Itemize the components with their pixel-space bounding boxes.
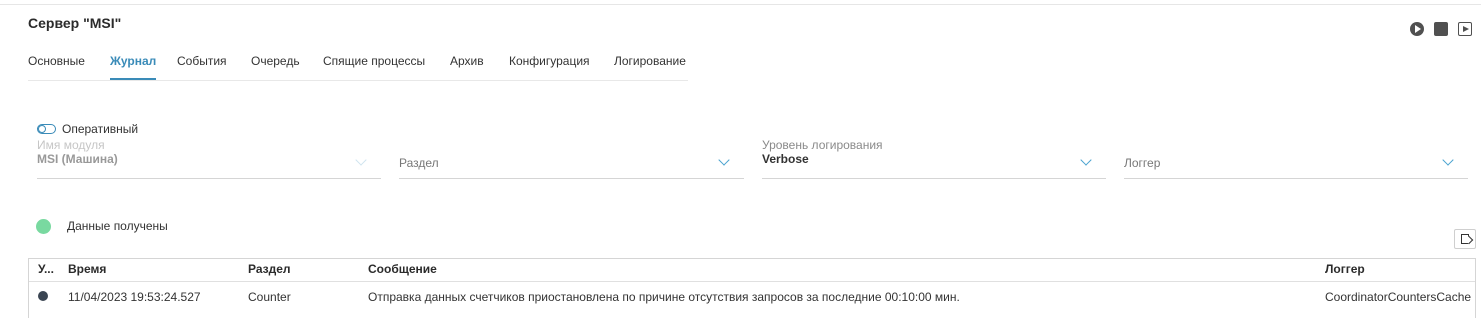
column-header-level[interactable]: У... [38,262,54,276]
logger-select[interactable]: Логгер [1124,132,1468,179]
tab-configuration[interactable]: Конфигурация [509,54,590,79]
top-divider [0,4,1481,5]
cell-logger: CoordinatorCountersCache [1325,290,1472,304]
section-select[interactable]: Раздел [399,132,744,179]
table-row[interactable]: 11/04/2023 19:53:24.527 Counter Отправка… [29,282,1475,312]
level-icon [38,291,48,301]
module-select-value: MSI (Машина) [37,152,118,166]
chevron-down-icon[interactable] [718,154,730,166]
status-text: Данные получены [67,219,168,233]
log-table: У... Время Раздел Сообщение Логгер 11/04… [28,258,1476,318]
section-select-placeholder: Раздел [399,156,439,170]
logger-select-placeholder: Логгер [1124,156,1161,170]
chevron-down-icon [355,154,367,166]
tab-archive[interactable]: Архив [450,54,484,79]
step-icon[interactable] [1458,22,1472,36]
tab-basic[interactable]: Основные [28,54,85,79]
chevron-down-icon[interactable] [1442,154,1454,166]
column-header-section[interactable]: Раздел [248,262,291,276]
chevron-down-icon[interactable] [1080,154,1092,166]
play-icon[interactable] [1410,22,1424,36]
stop-icon[interactable] [1434,22,1448,36]
tab-sleeping-processes[interactable]: Спящие процессы [323,54,425,79]
export-button[interactable] [1454,229,1476,249]
column-header-logger[interactable]: Логгер [1325,262,1365,276]
tab-logging[interactable]: Логирование [614,54,686,79]
status-indicator-icon [36,219,51,234]
tab-journal[interactable]: Журнал [110,54,157,80]
column-header-message[interactable]: Сообщение [368,262,437,276]
log-level-select[interactable]: Уровень логирования Verbose [762,132,1106,179]
cell-message: Отправка данных счетчиков приостановлена… [368,290,960,304]
tab-queue[interactable]: Очередь [251,54,300,79]
log-level-label: Уровень логирования [762,138,883,152]
module-select-label: Имя модуля [37,138,105,152]
cell-section: Counter [248,290,291,304]
module-select: Имя модуля MSI (Машина) [37,132,381,179]
cell-time: 11/04/2023 19:53:24.527 [68,290,201,304]
tab-events[interactable]: События [177,54,227,79]
page-title: Сервер "MSI" [28,15,122,31]
tab-bar: Основные Журнал События Очередь Спящие п… [28,54,688,81]
log-level-value: Verbose [762,152,809,166]
column-header-time[interactable]: Время [68,262,106,276]
table-header: У... Время Раздел Сообщение Логгер [29,259,1475,282]
